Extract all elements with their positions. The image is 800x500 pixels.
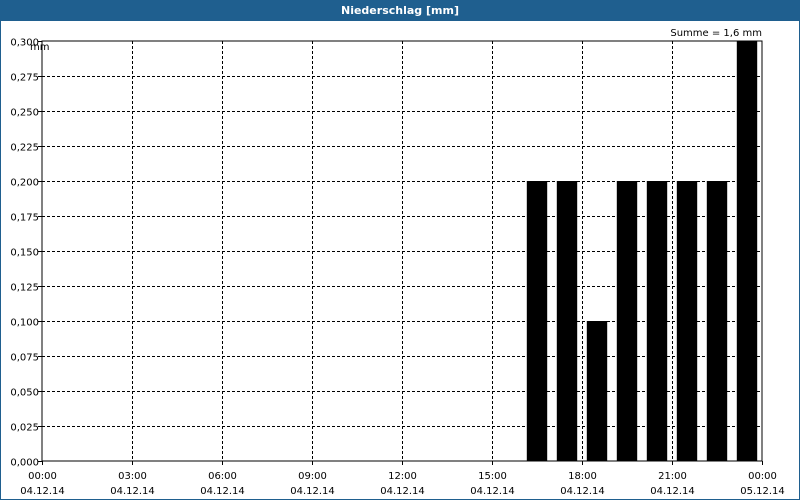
precipitation-bar: [556, 181, 578, 461]
y-tick-label: 0,175: [10, 213, 39, 224]
y-tick-label: 0,200: [10, 178, 39, 189]
x-tick-date-label: 04.12.14: [20, 486, 65, 497]
x-tick-time-label: 06:00: [208, 471, 237, 482]
x-axis: 00:00 04.12.14 03:00 04.12.14 06:00 04.12.14 0…: [20, 461, 785, 497]
x-tick-time-label: 00:00: [748, 471, 777, 482]
x-tick-date-label: 04.12.14: [110, 486, 155, 497]
y-tick-label: 0,125: [10, 283, 39, 294]
sum-annotation: Summe = 1,6 mm: [670, 28, 762, 39]
x-tick-time-label: 21:00: [658, 471, 687, 482]
y-tick-label: 0,000: [10, 458, 39, 469]
precipitation-bar: [646, 181, 668, 461]
precipitation-bar: [586, 321, 608, 461]
x-tick-time-label: 15:00: [478, 471, 507, 482]
y-tick-label: 0,075: [10, 353, 39, 364]
precipitation-bar: [706, 181, 728, 461]
y-tick-label: 0,250: [10, 108, 39, 119]
precipitation-bar: [676, 181, 698, 461]
x-tick-time-label: 03:00: [118, 471, 147, 482]
x-tick-date-label: 04.12.14: [650, 486, 695, 497]
y-axis: 0,000 0,025 0,050 0,075 0,100 0,125 0,150 0,175…: [10, 38, 42, 469]
x-tick-date-label: 04.12.14: [200, 486, 245, 497]
x-tick-date-label: 04.12.14: [290, 486, 335, 497]
y-tick-label: 0,050: [10, 388, 39, 399]
precipitation-bar: [736, 41, 758, 461]
y-tick-label: 0,100: [10, 318, 39, 329]
x-tick-time-label: 09:00: [298, 471, 327, 482]
x-tick-date-label: 05.12.14: [740, 486, 785, 497]
y-axis-unit-label: mm: [30, 42, 49, 53]
precipitation-chart: 0,000 0,025 0,050 0,075 0,100 0,125 0,150 0,175…: [10, 28, 785, 497]
x-tick-time-label: 00:00: [28, 471, 57, 482]
y-tick-label: 0,225: [10, 143, 39, 154]
precipitation-bar: [526, 181, 548, 461]
x-tick-time-label: 18:00: [568, 471, 597, 482]
y-tick-label: 0,025: [10, 423, 39, 434]
x-tick-date-label: 04.12.14: [380, 486, 425, 497]
x-tick-time-label: 12:00: [388, 471, 417, 482]
y-tick-label: 0,150: [10, 248, 39, 259]
precipitation-bar: [616, 181, 638, 461]
x-tick-date-label: 04.12.14: [470, 486, 515, 497]
x-tick-date-label: 04.12.14: [560, 486, 605, 497]
y-tick-label: 0,275: [10, 73, 39, 84]
